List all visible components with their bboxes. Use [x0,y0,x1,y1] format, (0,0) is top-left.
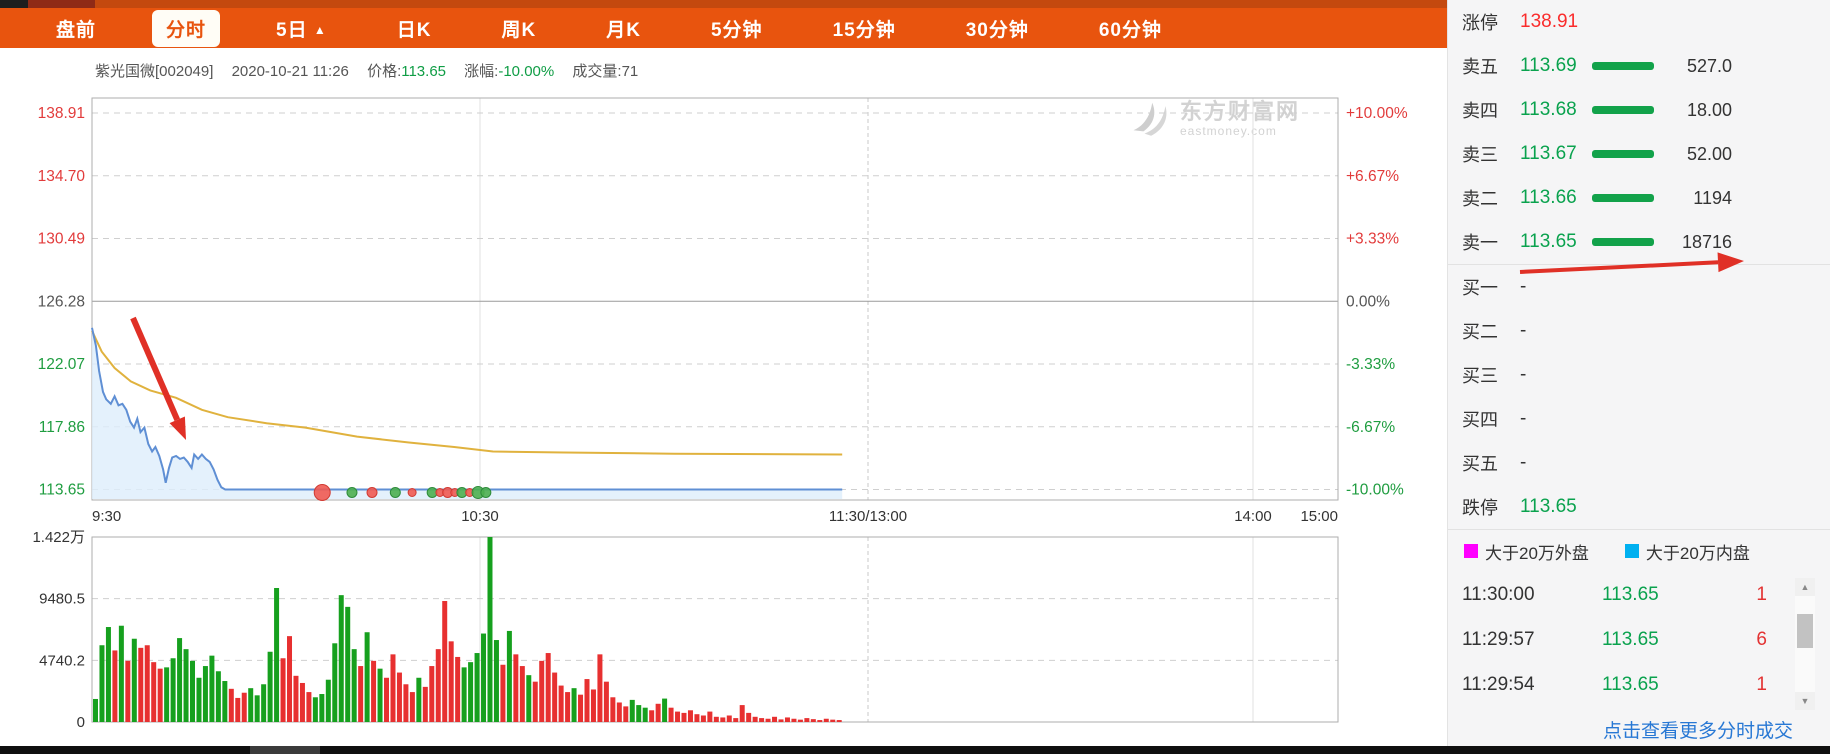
tab-monthly-k[interactable]: 月K [592,10,655,47]
tab-5min[interactable]: 5分钟 [697,10,777,47]
trade-list-scrollbar: ▲ ▼ [1795,578,1815,710]
tab-5day-label: 5日 [276,19,308,41]
top-strip [0,0,1447,8]
time-share-chart[interactable] [0,48,1447,746]
scroll-up-button[interactable]: ▲ [1795,578,1815,596]
top-strip-dark-segment [0,0,28,8]
trade-row: 11:30:00 113.65 1 [1448,572,1830,617]
order-book-row-label: 买一 [1462,278,1498,298]
order-book-row-label: 买四 [1462,410,1498,430]
tab-daily-k[interactable]: 日K [383,10,446,47]
tab-time-share[interactable]: 分时 [152,9,221,47]
tab-pre-market[interactable]: 盘前 [42,10,110,47]
order-book-row: 跌停 113.65 [1448,485,1830,529]
order-book-row-price: - [1520,276,1527,297]
depth-bar [1592,106,1654,114]
cyan-swatch-icon [1624,544,1639,558]
order-book-row-price: - [1520,452,1527,473]
bottom-strip-thumbnail [250,746,320,754]
order-book-row-qty: 18716 [1681,231,1732,252]
legend-large-sell: 大于20万内盘 [1624,539,1750,564]
order-book-row-price: 138.91 [1520,11,1579,32]
magenta-swatch-icon [1464,544,1478,558]
order-book-row-label: 卖一 [1462,233,1498,253]
depth-bar [1592,194,1654,202]
order-book-row: 卖二 113.66 1194 [1448,176,1830,220]
legend-large-buy: 大于20万外盘 [1464,539,1589,564]
order-book-row: 买四 - [1448,397,1830,441]
trade-qty: 6 [1756,628,1767,650]
depth-bar [1592,238,1654,246]
trade-qty: 1 [1756,673,1767,695]
order-book-row-label: 跌停 [1462,498,1498,518]
order-book-row: 卖一 113.65 18716 [1448,220,1830,264]
order-book-row-label: 卖五 [1462,57,1498,77]
scroll-down-button[interactable]: ▼ [1795,692,1815,710]
order-book-row-label: 涨停 [1462,13,1498,33]
order-book-row-price: - [1520,408,1527,429]
trade-list: 11:30:00 113.65 1 11:29:57 113.65 6 11:2… [1448,572,1830,707]
order-book-row-qty: 18.00 [1686,99,1732,120]
order-book-row: 买三 - [1448,353,1830,397]
scrollbar-track[interactable] [1795,596,1815,692]
order-book-row-price: 113.68 [1520,99,1577,120]
legend-large-buy-label: 大于20万外盘 [1485,543,1589,563]
order-book-row-qty: 1194 [1693,187,1732,208]
order-book-row-price: - [1520,320,1527,341]
order-book-row-price: 113.66 [1520,187,1577,208]
chart-period-toolbar: 盘前 分时 5日 ▲ 日K 周K 月K 5分钟 15分钟 30分钟 60分钟 [0,8,1447,48]
depth-bar [1592,150,1654,158]
depth-bar [1592,62,1654,70]
triangle-up-icon: ▲ [313,22,327,37]
trade-price: 113.65 [1602,673,1659,695]
order-book-row: 涨停 138.91 [1448,0,1830,44]
tab-30min[interactable]: 30分钟 [952,10,1043,47]
tab-15min[interactable]: 15分钟 [819,10,910,47]
order-book-row-price: 113.65 [1520,231,1577,252]
trade-row: 11:29:57 113.65 6 [1448,617,1830,662]
order-book-row-price: - [1520,364,1527,385]
order-book-row-label: 卖三 [1462,145,1498,165]
order-book: 涨停 138.91 卖五 113.69 527.0 卖四 113.68 18.0… [1448,0,1830,529]
order-book-row-label: 卖二 [1462,189,1498,209]
order-book-row-price: 113.67 [1520,143,1577,164]
trade-price: 113.65 [1602,628,1659,650]
order-book-row: 卖四 113.68 18.00 [1448,88,1830,132]
order-book-row-label: 买二 [1462,322,1498,342]
trade-time: 11:29:57 [1462,628,1535,650]
trade-legend: 大于20万外盘 大于20万内盘 [1448,530,1830,572]
order-book-row: 买五 - [1448,441,1830,485]
order-book-row-label: 卖四 [1462,101,1498,121]
order-book-row-label: 买三 [1462,366,1498,386]
tab-weekly-k[interactable]: 周K [488,10,551,47]
trade-price: 113.65 [1602,583,1659,605]
order-book-panel: 涨停 138.91 卖五 113.69 527.0 卖四 113.68 18.0… [1447,0,1830,754]
stock-quote-page: 盘前 分时 5日 ▲ 日K 周K 月K 5分钟 15分钟 30分钟 60分钟 紫… [0,0,1830,754]
legend-large-sell-label: 大于20万内盘 [1645,543,1750,563]
order-book-row-qty: 52.00 [1686,143,1732,164]
scrollbar-thumb[interactable] [1797,614,1813,648]
order-book-row-price: 113.69 [1520,55,1577,76]
tab-5day[interactable]: 5日 ▲ [262,10,341,47]
bottom-page-strip [0,746,1830,754]
order-book-row: 买一 - [1448,265,1830,309]
trade-row: 11:29:54 113.65 1 [1448,662,1830,707]
order-book-row-label: 买五 [1462,454,1498,474]
order-book-row-price: 113.65 [1520,496,1577,517]
more-trades-link[interactable]: 点击查看更多分时成交 [1448,716,1793,743]
tab-60min[interactable]: 60分钟 [1085,10,1176,47]
order-book-row: 卖三 113.67 52.00 [1448,132,1830,176]
order-book-row: 买二 - [1448,309,1830,353]
trade-time: 11:30:00 [1462,583,1535,605]
top-strip-red-segment [28,0,95,8]
trade-qty: 1 [1756,583,1767,605]
order-book-row: 卖五 113.69 527.0 [1448,44,1830,88]
order-book-row-qty: 527.0 [1686,55,1732,76]
trade-time: 11:29:54 [1462,673,1535,695]
